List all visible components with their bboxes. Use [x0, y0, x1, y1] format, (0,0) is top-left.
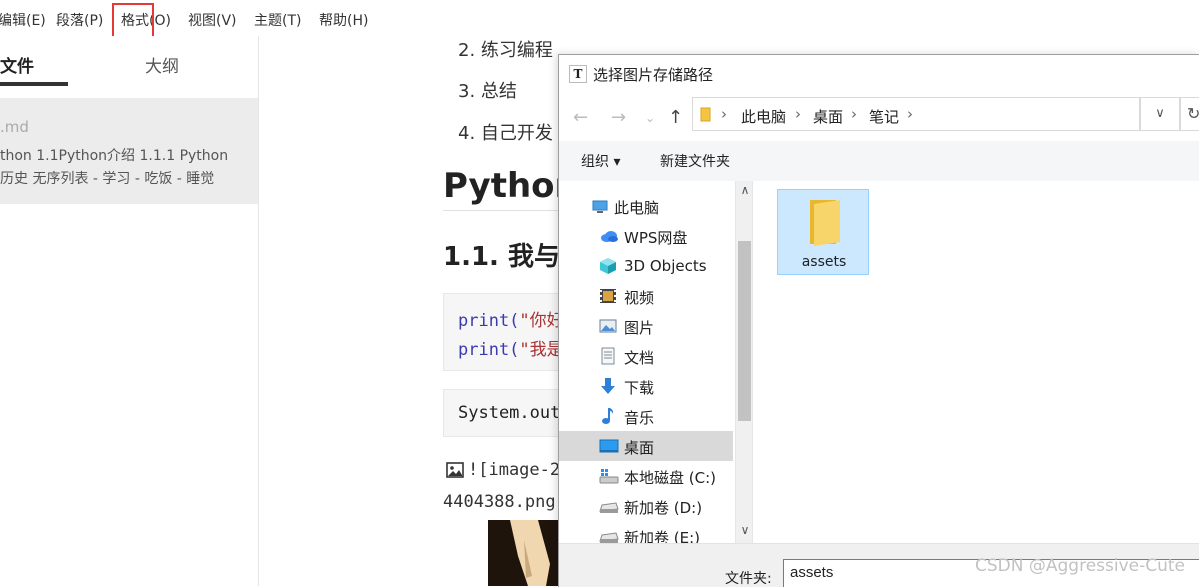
- nav-item-drive-d[interactable]: 新加卷 (D:): [559, 491, 733, 521]
- image-icon: [446, 462, 464, 478]
- breadcrumb-notes[interactable]: 笔记: [869, 106, 899, 127]
- file-name: .md: [0, 118, 29, 136]
- typora-app-icon: T: [569, 65, 587, 83]
- folder-item-assets[interactable]: assets: [777, 189, 869, 275]
- address-dropdown-button[interactable]: ∨: [1140, 97, 1180, 131]
- image-markdown-ref: ![image-2: [468, 460, 561, 480]
- dialog-title: 选择图片存储路径: [593, 66, 714, 84]
- nav-item-documents[interactable]: 文档: [559, 341, 733, 371]
- menu-bar: 编辑(E) 段落(P) 格式(O) 视图(V) 主题(T) 帮助(H): [0, 0, 1199, 36]
- picture-icon: [599, 317, 617, 335]
- image-markdown-ref-cont: 4404388.png: [443, 492, 556, 512]
- breadcrumb-this-pc[interactable]: 此电脑: [741, 106, 786, 127]
- refresh-icon[interactable]: ↻: [1180, 97, 1199, 131]
- nav-item-desktop[interactable]: 桌面: [559, 431, 733, 461]
- nav-item-wps-cloud[interactable]: WPS网盘: [559, 221, 733, 251]
- sidebar: 文件 大纲 .md thon 1.1Python介绍 1.1.1 Python …: [0, 36, 259, 586]
- active-tab-indicator: [0, 82, 68, 86]
- document-icon: [599, 347, 617, 365]
- scroll-down-icon[interactable]: ∨: [736, 523, 754, 537]
- music-icon: [599, 407, 617, 425]
- forward-arrow-icon[interactable]: →: [611, 107, 626, 128]
- navigation-pane: 此电脑 WPS网盘 3D Objects 视频 图片 文档 下载 音乐 桌面 本…: [559, 181, 735, 547]
- nav-item-music[interactable]: 音乐: [559, 401, 733, 431]
- image-preview: [488, 520, 560, 586]
- organize-button[interactable]: 组织 ▾: [581, 151, 620, 171]
- cloud-icon: [599, 227, 618, 245]
- folder-name: assets: [801, 254, 847, 270]
- tab-files[interactable]: 文件: [0, 52, 34, 77]
- menu-paragraph[interactable]: 段落(P): [56, 10, 103, 30]
- chevron-right-icon[interactable]: ›: [907, 105, 913, 123]
- csdn-watermark: CSDN @Aggressive-Cute: [975, 556, 1186, 576]
- heading-2: 1.1. 我与: [443, 242, 560, 272]
- nav-item-3d-objects[interactable]: 3D Objects: [559, 251, 733, 281]
- file-list-item[interactable]: .md thon 1.1Python介绍 1.1.1 Python 历史 无序列…: [0, 98, 258, 204]
- scroll-thumb[interactable]: [738, 241, 751, 421]
- code-line-system-out: System.out: [458, 403, 561, 423]
- chevron-right-icon: ›: [721, 105, 727, 123]
- select-image-folder-dialog: T 选择图片存储路径 ← → ⌄ ↑ › 此电脑 › 桌面 › 笔记 › ∨ ↻…: [558, 54, 1199, 587]
- desktop-icon: [599, 437, 619, 455]
- address-bar[interactable]: › 此电脑 › 桌面 › 笔记 ›: [692, 97, 1140, 131]
- nav-item-videos[interactable]: 视频: [559, 281, 733, 311]
- chevron-right-icon: ›: [851, 105, 857, 123]
- folder-field-label: 文件夹:: [725, 571, 772, 587]
- folder-icon: [699, 106, 713, 122]
- drive-icon: [599, 497, 619, 515]
- tab-outline[interactable]: 大纲: [145, 52, 179, 77]
- video-icon: [599, 287, 617, 305]
- nav-item-drive-c[interactable]: 本地磁盘 (C:): [559, 461, 733, 491]
- menu-theme[interactable]: 主题(T): [254, 10, 301, 30]
- new-folder-button[interactable]: 新建文件夹: [660, 151, 730, 171]
- up-arrow-icon[interactable]: ↑: [668, 107, 683, 128]
- scroll-up-icon[interactable]: ∧: [736, 183, 754, 197]
- menu-view[interactable]: 视图(V): [188, 10, 237, 30]
- list-item-4: 4. 自己开发: [458, 123, 553, 144]
- dialog-toolbar: 组织 ▾ 新建文件夹: [559, 141, 1199, 181]
- code-line-2: print("我是: [458, 340, 564, 360]
- file-excerpt-line-1: thon 1.1Python介绍 1.1.1 Python: [0, 148, 229, 164]
- breadcrumb-desktop[interactable]: 桌面: [813, 106, 843, 127]
- heading-divider: [443, 210, 559, 211]
- code-block-java[interactable]: System.out: [443, 389, 561, 437]
- list-item-2: 2. 练习编程: [458, 40, 553, 61]
- nav-item-pictures[interactable]: 图片: [559, 311, 733, 341]
- cube-icon: [599, 257, 617, 275]
- chevron-right-icon: ›: [795, 105, 801, 123]
- file-pane: assets: [753, 181, 1199, 543]
- list-item-3: 3. 总结: [458, 81, 517, 102]
- nav-item-this-pc[interactable]: 此电脑: [559, 191, 733, 221]
- download-icon: [599, 377, 617, 395]
- nav-pane-scrollbar[interactable]: ∧ ∨: [735, 181, 753, 543]
- menu-help[interactable]: 帮助(H): [319, 10, 368, 30]
- file-excerpt-line-2: 历史 无序列表 - 学习 - 吃饭 - 睡觉: [0, 171, 215, 187]
- menu-edit[interactable]: 编辑(E): [0, 10, 46, 30]
- drive-c-icon: [599, 467, 619, 485]
- back-arrow-icon[interactable]: ←: [573, 107, 588, 128]
- nav-item-downloads[interactable]: 下载: [559, 371, 733, 401]
- folder-icon: [804, 196, 844, 248]
- computer-icon: [591, 197, 609, 215]
- code-line-1: print("你好: [458, 311, 564, 331]
- code-block-print[interactable]: print("你好 print("我是: [443, 293, 564, 371]
- recent-dropdown-icon[interactable]: ⌄: [645, 111, 655, 125]
